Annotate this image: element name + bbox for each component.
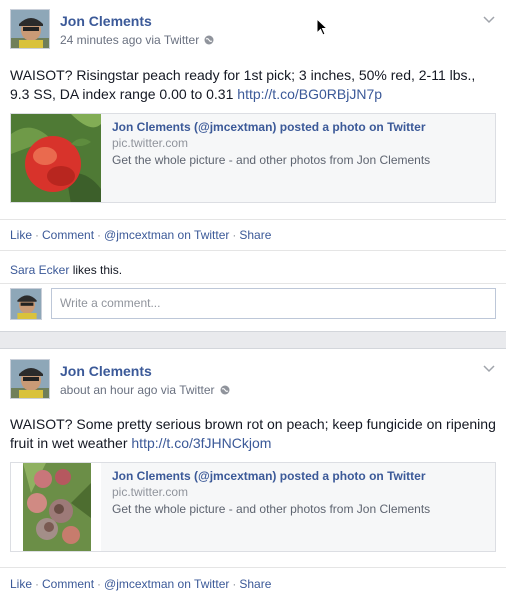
- separator-dot: ·: [35, 228, 40, 242]
- avatar[interactable]: [10, 9, 50, 49]
- chevron-down-icon[interactable]: [482, 12, 496, 24]
- post-timestamp[interactable]: 24 minutes ago via Twitter: [60, 33, 199, 47]
- likes-summary: Sara Ecker likes this.: [10, 263, 122, 277]
- avatar[interactable]: [10, 359, 50, 399]
- shared-link-card[interactable]: Jon Clements (@jmcextman) posted a photo…: [10, 462, 496, 552]
- peach-photo[interactable]: [11, 114, 101, 202]
- post-text: WAISOT? Risingstar peach ready for 1st p…: [10, 66, 496, 104]
- card-description: Get the whole picture - and other photos…: [112, 153, 431, 167]
- twitter-handle-link[interactable]: @jmcextman on Twitter: [104, 577, 229, 591]
- share-link[interactable]: Share: [239, 228, 271, 242]
- post-meta: about an hour ago via Twitter: [60, 383, 230, 398]
- commenter-avatar: [10, 288, 42, 320]
- divider: [0, 283, 506, 284]
- comment-link[interactable]: Comment: [42, 228, 94, 242]
- post-actions: Like · Comment · @jmcextman on Twitter · Share: [10, 228, 271, 242]
- like-link[interactable]: Like: [10, 577, 32, 591]
- brown-rot-photo[interactable]: [11, 463, 101, 551]
- comment-link[interactable]: Comment: [42, 577, 94, 591]
- card-source: pic.twitter.com: [112, 485, 189, 499]
- post-timestamp[interactable]: about an hour ago via Twitter: [60, 383, 215, 397]
- separator-dot: ·: [232, 228, 237, 242]
- like-link[interactable]: Like: [10, 228, 32, 242]
- comment-input[interactable]: Write a comment...: [51, 288, 496, 319]
- chevron-down-icon[interactable]: [482, 361, 496, 373]
- twitter-handle-link[interactable]: @jmcextman on Twitter: [104, 228, 229, 242]
- divider: [0, 219, 506, 220]
- mouse-cursor: [316, 17, 329, 36]
- card-source: pic.twitter.com: [112, 136, 189, 150]
- share-link[interactable]: Share: [239, 577, 271, 591]
- post-actions: Like · Comment · @jmcextman on Twitter · Share: [10, 577, 271, 591]
- likes-text: likes this.: [72, 263, 123, 277]
- post-meta: 24 minutes ago via Twitter: [60, 33, 214, 48]
- globe-icon: [220, 384, 230, 398]
- liker-name[interactable]: Sara Ecker: [10, 263, 69, 277]
- post-link[interactable]: http://t.co/3fJHNCkjom: [131, 435, 271, 451]
- card-description: Get the whole picture - and other photos…: [112, 502, 431, 516]
- shared-link-card[interactable]: Jon Clements (@jmcextman) posted a photo…: [10, 113, 496, 203]
- card-title[interactable]: Jon Clements (@jmcextman) posted a photo…: [112, 120, 426, 134]
- globe-icon: [204, 34, 214, 48]
- post-author[interactable]: Jon Clements: [60, 363, 152, 379]
- divider: [0, 250, 506, 251]
- separator-dot: ·: [35, 577, 40, 591]
- post-text: WAISOT? Some pretty serious brown rot on…: [10, 415, 496, 453]
- card-title[interactable]: Jon Clements (@jmcextman) posted a photo…: [112, 469, 426, 483]
- divider: [0, 567, 506, 568]
- feed-separator: [0, 331, 506, 348]
- separator-dot: ·: [97, 228, 102, 242]
- feed-post: Jon Clements 24 minutes ago via Twitter …: [0, 0, 506, 331]
- post-link[interactable]: http://t.co/BG0RBjJN7p: [237, 86, 382, 102]
- separator-dot: ·: [97, 577, 102, 591]
- feed-post: Jon Clements about an hour ago via Twitt…: [0, 348, 506, 600]
- separator-dot: ·: [232, 577, 237, 591]
- post-author[interactable]: Jon Clements: [60, 13, 152, 29]
